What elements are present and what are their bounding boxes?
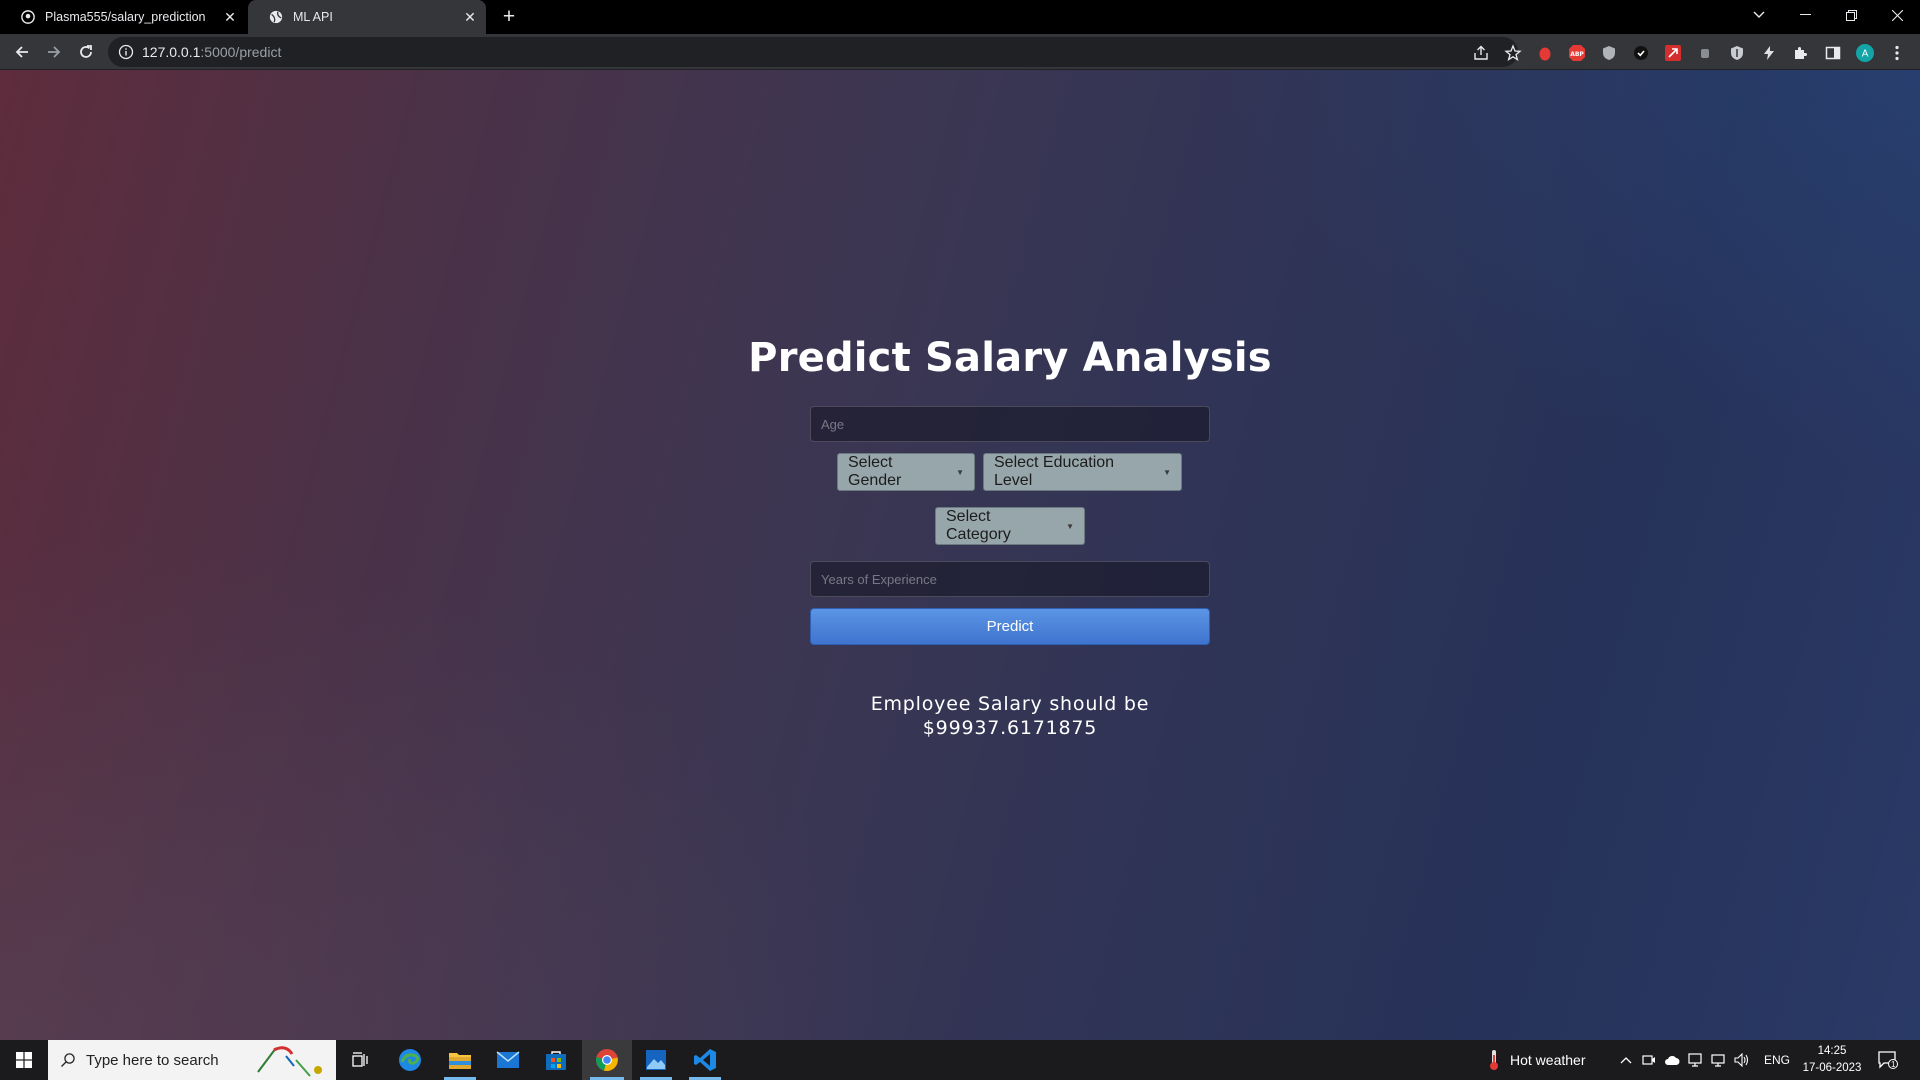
menu-kebab-icon[interactable] [1888,44,1906,62]
tab-title: Plasma555/salary_prediction [45,10,206,24]
volume-icon[interactable] [1734,1053,1750,1067]
onedrive-cloud-icon[interactable] [1664,1054,1680,1066]
wifi-network-icon[interactable] [1710,1053,1726,1067]
education-select-label: Select Education Level [994,454,1115,489]
system-clock[interactable]: 14:25 17-06-2023 [1798,1043,1866,1077]
minimize-icon[interactable] [1782,0,1828,30]
category-select-label: Select Category [946,508,1011,543]
edge-browser-icon[interactable] [386,1040,434,1080]
meet-now-icon[interactable] [1642,1053,1656,1067]
shield-outline-icon[interactable] [1728,44,1746,62]
close-tab-icon[interactable]: ✕ [460,7,480,27]
experience-input[interactable] [810,561,1210,597]
svg-text:A: A [1862,49,1869,60]
extension-red-arrow-icon[interactable] [1664,44,1682,62]
extensions-puzzle-icon[interactable] [1792,44,1810,62]
forward-arrow-icon[interactable] [40,38,68,66]
url-path: :5000/predict [200,44,282,60]
thermometer-icon [1488,1049,1500,1071]
education-select[interactable]: Select Education Level ▼ [983,453,1182,491]
close-window-icon[interactable] [1874,0,1920,30]
tab-search-icon[interactable] [1736,0,1782,30]
language-indicator[interactable]: ENG [1764,1053,1790,1067]
notification-count: 1 [1891,1060,1896,1069]
result-label: Employee Salary should be [870,693,1150,715]
back-arrow-icon[interactable] [8,38,36,66]
result-value: $99937.6171875 [922,717,1098,739]
prediction-result: Employee Salary should be $99937.6171875 [760,692,1260,740]
store-icon[interactable] [532,1040,580,1080]
search-placeholder: Type here to search [86,1051,219,1069]
tray-icons: ENG [1620,1040,1790,1080]
site-info-icon[interactable] [118,44,134,60]
restore-icon[interactable] [1828,0,1874,30]
extension-grey-icon[interactable] [1696,44,1714,62]
tab-strip: Plasma555/salary_prediction ✕ ML API ✕ + [0,0,1920,34]
page-content: Predict Salary Analysis Select Gender ▼ … [0,70,1920,1040]
profile-avatar[interactable]: A [1856,44,1874,62]
vscode-icon[interactable] [681,1040,729,1080]
photos-icon[interactable] [632,1040,680,1080]
predict-button[interactable]: Predict [810,608,1210,645]
clock-time: 14:25 [1817,1045,1847,1057]
chevron-up-icon[interactable] [1620,1056,1632,1064]
browser-toolbar: 127.0.0.1:5000/predict ABP A [0,34,1920,70]
close-tab-icon[interactable]: ✕ [220,7,240,27]
search-highlight-illustration-icon [252,1042,330,1078]
caret-down-icon: ▼ [956,467,964,477]
new-tab-button[interactable]: + [498,6,520,28]
side-panel-icon[interactable] [1824,44,1842,62]
tab-title: ML API [293,10,333,24]
chrome-icon[interactable] [582,1040,632,1080]
tab-github[interactable]: Plasma555/salary_prediction ✕ [0,0,246,34]
reload-icon[interactable] [72,38,100,66]
tab-ml-api[interactable]: ML API ✕ [248,0,486,34]
weather-text: Hot weather [1510,1052,1586,1068]
address-bar[interactable]: 127.0.0.1:5000/predict [108,37,1522,67]
network-security-icon[interactable] [1688,1053,1702,1067]
shield-grey-icon[interactable] [1600,44,1618,62]
github-icon [20,9,36,25]
search-icon [60,1052,76,1068]
url-host: 127.0.0.1 [142,44,201,60]
age-input[interactable] [810,406,1210,442]
caret-down-icon: ▼ [1163,467,1171,477]
clock-date: 17-06-2023 [1802,1062,1862,1074]
share-icon[interactable] [1472,44,1490,62]
bookmark-star-icon[interactable] [1504,44,1522,62]
gender-select[interactable]: Select Gender ▼ [837,453,975,491]
caret-down-icon: ▼ [1066,521,1074,531]
svg-text:ABP: ABP [1570,51,1584,58]
page-title: Predict Salary Analysis [748,335,1272,381]
windows-start-icon[interactable] [0,1040,48,1080]
taskbar-search-box[interactable]: Type here to search [48,1040,336,1080]
shield-check-icon[interactable] [1632,44,1650,62]
file-explorer-icon[interactable] [436,1040,484,1080]
globe-icon [268,9,284,25]
task-view-icon[interactable] [336,1040,384,1080]
adblock-plus-icon[interactable]: ABP [1568,44,1586,62]
url-text[interactable]: 127.0.0.1:5000/predict [142,44,281,60]
category-select[interactable]: Select Category ▼ [935,507,1085,545]
gender-select-label: Select Gender [848,454,902,489]
extension-bolt-icon[interactable] [1760,44,1778,62]
extension-hand-icon[interactable] [1536,44,1554,62]
taskbar: Type here to search Hot weather ENG 14:2… [0,1040,1920,1080]
mail-icon[interactable] [484,1040,532,1080]
weather-widget[interactable]: Hot weather [1488,1040,1585,1080]
notification-center-icon[interactable]: 1 [1866,1040,1910,1080]
